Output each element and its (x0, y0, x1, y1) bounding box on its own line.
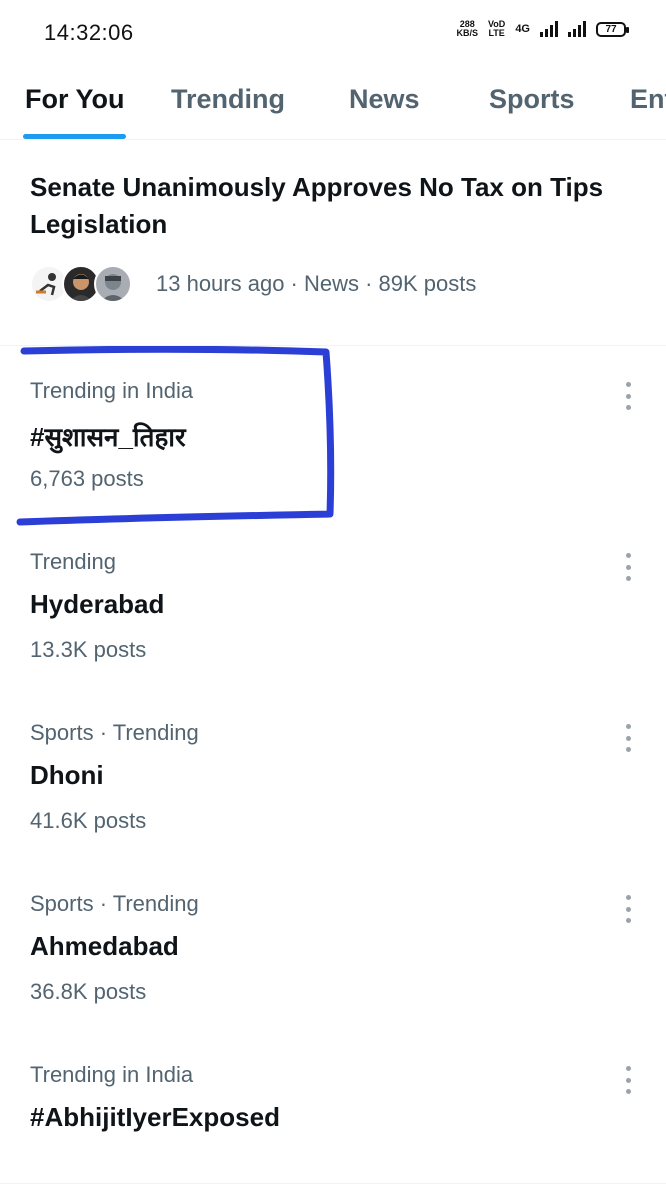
volte-icon: VoD LTE (488, 20, 505, 38)
headline-title: Senate Unanimously Approves No Tax on Ti… (30, 172, 604, 239)
trend-context: Trending in India (30, 378, 194, 403)
battery-icon: 77 (596, 21, 629, 37)
signal-icon-2 (568, 21, 586, 37)
avatar (94, 265, 132, 303)
trend-name: Dhoni (30, 760, 104, 790)
network-type: 4G (515, 23, 530, 35)
tab-sports[interactable]: Sports (489, 84, 575, 115)
trend-context: Trending in India (30, 1062, 194, 1087)
more-options-icon[interactable] (620, 895, 636, 923)
tab-trending[interactable]: Trending (171, 84, 285, 115)
trend-item[interactable]: Sports · Trending Ahmedabad 36.8K posts (0, 859, 666, 1030)
trend-name: Ahmedabad (30, 931, 179, 961)
status-time: 14:32:06 (44, 20, 134, 45)
signal-icon (540, 21, 558, 37)
tab-news[interactable]: News (349, 84, 420, 115)
headline-meta: 13 hours ago · News · 89K posts (156, 271, 477, 296)
network-speed: 288 KB/S (456, 20, 478, 38)
trend-item[interactable]: Trending in India #सुशासन_तिहार 6,763 po… (0, 346, 666, 517)
more-options-icon[interactable] (620, 1066, 636, 1094)
trend-post-count: 41.6K posts (30, 808, 147, 833)
trend-context: Sports · Trending (30, 720, 199, 745)
trend-post-count: 13.3K posts (30, 637, 147, 662)
trend-context: Sports · Trending (30, 891, 199, 916)
active-tab-indicator (23, 134, 126, 139)
trend-context: Trending (30, 549, 117, 574)
volte-bottom: LTE (488, 28, 505, 38)
status-icons: 288 KB/S VoD LTE 4G 77 (456, 20, 629, 38)
avatar-stack (30, 265, 132, 303)
trend-name: #AbhijitIyerExposed (30, 1102, 280, 1132)
trend-post-count: 6,763 posts (30, 466, 144, 491)
trend-name: Hyderabad (30, 589, 165, 619)
trend-post-count: 36.8K posts (30, 979, 147, 1004)
more-options-icon[interactable] (620, 382, 636, 410)
news-headline-card[interactable]: Senate Unanimously Approves No Tax on Ti… (0, 141, 666, 346)
network-speed-unit: KB/S (456, 28, 478, 38)
trend-name: #सुशासन_तिहार (30, 422, 186, 452)
more-options-icon[interactable] (620, 724, 636, 752)
explore-tabs: For You Trending News Sports Ent (0, 66, 666, 140)
trend-item[interactable]: Trending in India #AbhijitIyerExposed (0, 1030, 666, 1200)
trend-item[interactable]: Trending Hyderabad 13.3K posts (0, 517, 666, 688)
status-bar: 14:32:06 288 KB/S VoD LTE 4G 77 (0, 0, 666, 66)
divider (0, 1183, 666, 1184)
tab-for-you[interactable]: For You (25, 84, 125, 115)
trend-item[interactable]: Sports · Trending Dhoni 41.6K posts (0, 688, 666, 859)
tab-entertainment[interactable]: Ent (630, 84, 666, 115)
more-options-icon[interactable] (620, 553, 636, 581)
